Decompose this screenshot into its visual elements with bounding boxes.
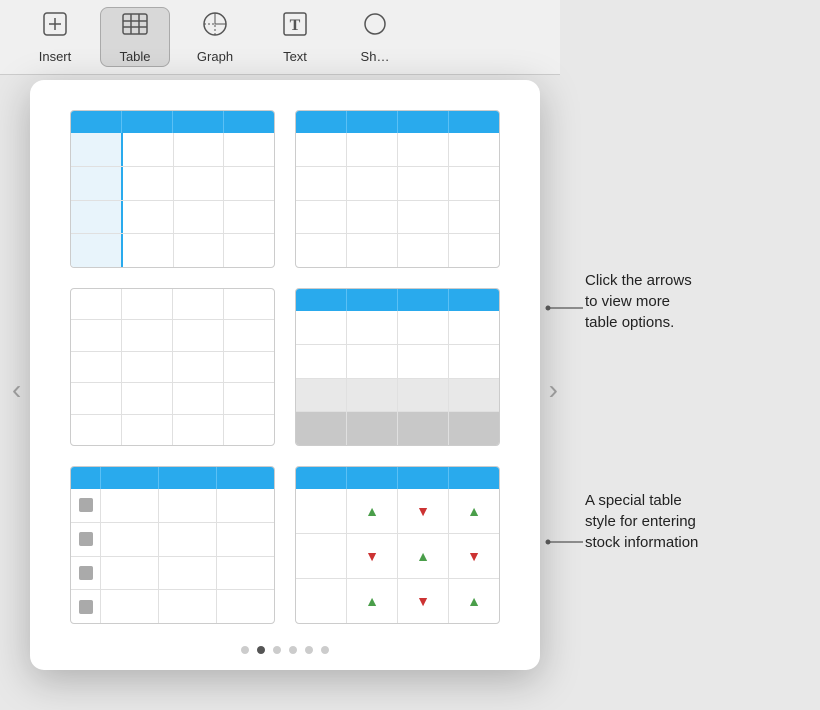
checkbox-icon [79,566,93,580]
table-row [71,523,274,557]
checkbox-icon [79,498,93,512]
t6-header [296,467,499,489]
table-style-2[interactable] [295,110,500,268]
arrow-down-icon: ▼ [365,548,379,564]
arrow-down-icon: ▼ [416,593,430,609]
table-style-5[interactable] [70,466,275,624]
table-picker-popup: ‹ › [30,80,540,670]
table-icon [121,10,149,45]
table-row [296,201,499,235]
arrow-up-icon: ▲ [467,503,481,519]
arrow-up-icon: ▲ [365,593,379,609]
table-row [296,133,499,167]
checkbox-icon [79,532,93,546]
dot-6[interactable] [321,646,329,654]
table-row [71,133,274,167]
toolbar: Insert Table Graph [0,0,560,75]
arrow-up-icon: ▲ [365,503,379,519]
table-row [71,320,274,351]
t5-header [71,467,274,489]
table-label: Table [119,49,150,64]
table-row [296,412,499,445]
table-style-6[interactable]: ▲ ▼ ▲ ▼ ▲ ▼ ▲ ▼ ▲ [295,466,500,624]
table-row [71,489,274,523]
svg-text:T: T [290,17,301,34]
text-icon: T [281,10,309,45]
dot-5[interactable] [305,646,313,654]
dot-4[interactable] [289,646,297,654]
stock-hint-callout: A special table style for entering stock… [585,490,785,553]
page-dots [241,646,329,654]
table-button[interactable]: Table [100,7,170,67]
t2-header [296,111,499,133]
shape-button[interactable]: Sh… [340,7,410,67]
insert-icon [41,10,69,45]
table-row [71,352,274,383]
arrow-hint-callout: Click the arrows to view more table opti… [585,270,785,333]
t4-header [296,289,499,311]
table-row [296,311,499,345]
table-row [71,289,274,320]
table-style-4[interactable] [295,288,500,446]
table-row [71,201,274,235]
text-label: Text [283,49,307,64]
dot-1[interactable] [241,646,249,654]
table-row [296,379,499,413]
graph-label: Graph [197,49,233,64]
arrow-down-icon: ▼ [416,503,430,519]
table-style-1[interactable] [70,110,275,268]
nav-right-button[interactable]: › [549,374,558,406]
stock-row: ▼ ▲ ▼ [296,534,499,579]
insert-label: Insert [39,49,72,64]
table-style-3[interactable] [70,288,275,446]
table-row [71,590,274,623]
graph-button[interactable]: Graph [180,7,250,67]
arrow-up-icon: ▲ [416,548,430,564]
table-row [71,557,274,591]
table-row [296,234,499,267]
insert-button[interactable]: Insert [20,7,90,67]
table-row [71,415,274,445]
graph-icon [201,10,229,45]
dot-3[interactable] [273,646,281,654]
shape-icon [361,10,389,45]
shape-label: Sh… [361,49,390,64]
stock-row: ▲ ▼ ▲ [296,579,499,623]
table-row [296,167,499,201]
arrow-up-icon: ▲ [467,593,481,609]
stock-row: ▲ ▼ ▲ [296,489,499,534]
stock-hint-text: A special table style for entering stock… [585,492,698,551]
nav-left-button[interactable]: ‹ [12,374,21,406]
table-row [71,383,274,414]
arrow-down-icon: ▼ [467,548,481,564]
table-style-grid: ▲ ▼ ▲ ▼ ▲ ▼ ▲ ▼ ▲ [40,100,530,634]
table-row [296,345,499,379]
arrow-hint-text: Click the arrows to view more table opti… [585,272,692,331]
table-row [71,167,274,201]
text-button[interactable]: T Text [260,7,330,67]
table-row [71,234,274,267]
t1-header [71,111,274,133]
dot-2[interactable] [257,646,265,654]
checkbox-icon [79,600,93,614]
